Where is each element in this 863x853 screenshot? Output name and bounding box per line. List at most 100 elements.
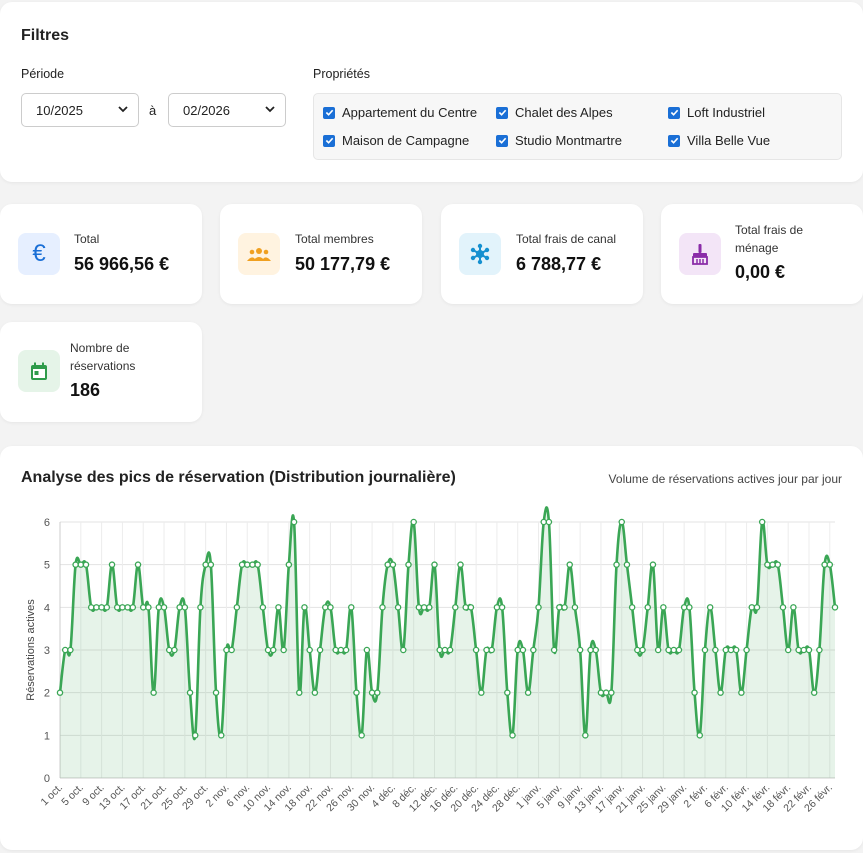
kpi-label: Total frais de canal	[516, 232, 617, 246]
property-checkbox[interactable]: Villa Belle Vue	[668, 133, 770, 148]
data-point	[618, 518, 625, 526]
data-point	[753, 604, 761, 611]
data-point	[337, 646, 345, 654]
data-point	[478, 689, 485, 696]
data-point	[784, 646, 792, 654]
data-point	[56, 689, 64, 696]
data-point	[592, 646, 599, 654]
broom-icon	[679, 233, 721, 275]
property-label: Maison de Campagne	[342, 133, 470, 148]
data-point	[306, 646, 313, 654]
filters-title: Filtres	[21, 27, 70, 44]
data-point	[691, 689, 698, 696]
data-point	[400, 646, 407, 654]
data-point	[556, 604, 563, 611]
reservation-peaks-chart-card: Analyse des pics de réservation (Distrib…	[0, 446, 863, 850]
kpi-card-reservations: Nombre de réservations 186	[0, 322, 202, 422]
property-label: Villa Belle Vue	[687, 133, 771, 148]
data-point	[238, 561, 246, 568]
data-point	[176, 604, 183, 611]
data-point	[701, 646, 709, 654]
data-point	[535, 604, 542, 611]
data-point	[483, 646, 490, 654]
y-tick-label: 3	[44, 645, 50, 657]
property-label: Studio Montmartre	[515, 133, 622, 148]
data-point	[654, 646, 662, 654]
data-point	[405, 561, 412, 568]
period-to-select[interactable]: 02/2026	[168, 93, 286, 127]
data-point	[394, 604, 402, 611]
data-point	[493, 604, 501, 611]
data-point	[139, 604, 147, 611]
data-point	[462, 604, 469, 611]
data-point	[207, 561, 215, 568]
data-point	[415, 604, 423, 611]
data-point	[675, 646, 683, 654]
data-point	[348, 604, 355, 611]
data-point	[582, 732, 589, 739]
properties-label: Propriétés	[313, 67, 370, 81]
property-checkbox[interactable]: Appartement du Centre	[323, 105, 477, 120]
data-point	[342, 646, 350, 654]
data-point	[160, 604, 168, 611]
data-point	[821, 561, 828, 568]
property-checkbox[interactable]: Loft Industriel	[668, 105, 765, 120]
data-point	[831, 604, 839, 611]
data-point	[680, 604, 688, 611]
data-point	[452, 604, 459, 611]
data-point	[119, 604, 126, 611]
data-point	[696, 732, 704, 739]
data-point	[530, 646, 537, 654]
data-point	[488, 646, 495, 654]
data-point	[748, 604, 756, 611]
period-separator: à	[149, 103, 157, 118]
property-checkbox[interactable]: Chalet des Alpes	[496, 105, 613, 120]
data-point	[519, 646, 527, 654]
data-point	[597, 689, 605, 696]
data-point	[571, 604, 579, 611]
data-point	[67, 646, 74, 654]
checkbox-checked-icon	[323, 106, 335, 119]
data-point	[129, 604, 137, 611]
data-point	[285, 561, 293, 568]
data-point	[514, 646, 521, 654]
property-checkbox[interactable]: Maison de Campagne	[323, 133, 469, 148]
checkbox-checked-icon	[496, 134, 508, 147]
data-point	[665, 646, 672, 654]
data-point	[259, 604, 267, 611]
checkbox-checked-icon	[323, 134, 335, 147]
data-point	[228, 646, 235, 654]
kpi-value: 6 788,77 €	[516, 254, 602, 274]
data-point	[249, 561, 256, 568]
data-point	[420, 604, 428, 611]
data-point	[472, 646, 480, 654]
data-point	[332, 646, 339, 654]
data-point	[795, 646, 802, 654]
data-point	[639, 646, 646, 654]
period-label: Période	[21, 67, 65, 81]
data-point	[113, 604, 121, 611]
data-point	[202, 561, 209, 568]
period-from-select[interactable]: 10/2025	[21, 93, 139, 127]
data-point	[686, 604, 693, 611]
kpi-label: Total	[74, 232, 100, 246]
data-point	[181, 604, 189, 611]
data-point	[374, 689, 381, 696]
kpi-card-channel-fees: Total frais de canal 6 788,77 €	[441, 204, 643, 304]
data-point	[498, 604, 506, 611]
data-point	[145, 604, 152, 611]
checkbox-checked-icon	[668, 106, 680, 119]
data-point	[103, 604, 111, 611]
y-tick-label: 4	[44, 602, 50, 614]
property-checkbox[interactable]: Studio Montmartre	[496, 133, 622, 148]
data-point	[774, 561, 782, 568]
chevron-down-icon	[118, 106, 128, 113]
euro-icon: €	[18, 233, 60, 275]
data-point	[155, 604, 163, 611]
data-point	[587, 646, 594, 654]
data-point	[826, 561, 834, 568]
filters-panel: Filtres Période 10/2025 à 02/2026 Propri…	[0, 2, 863, 182]
data-point	[353, 689, 360, 696]
data-point	[446, 646, 454, 654]
data-point	[608, 689, 615, 696]
